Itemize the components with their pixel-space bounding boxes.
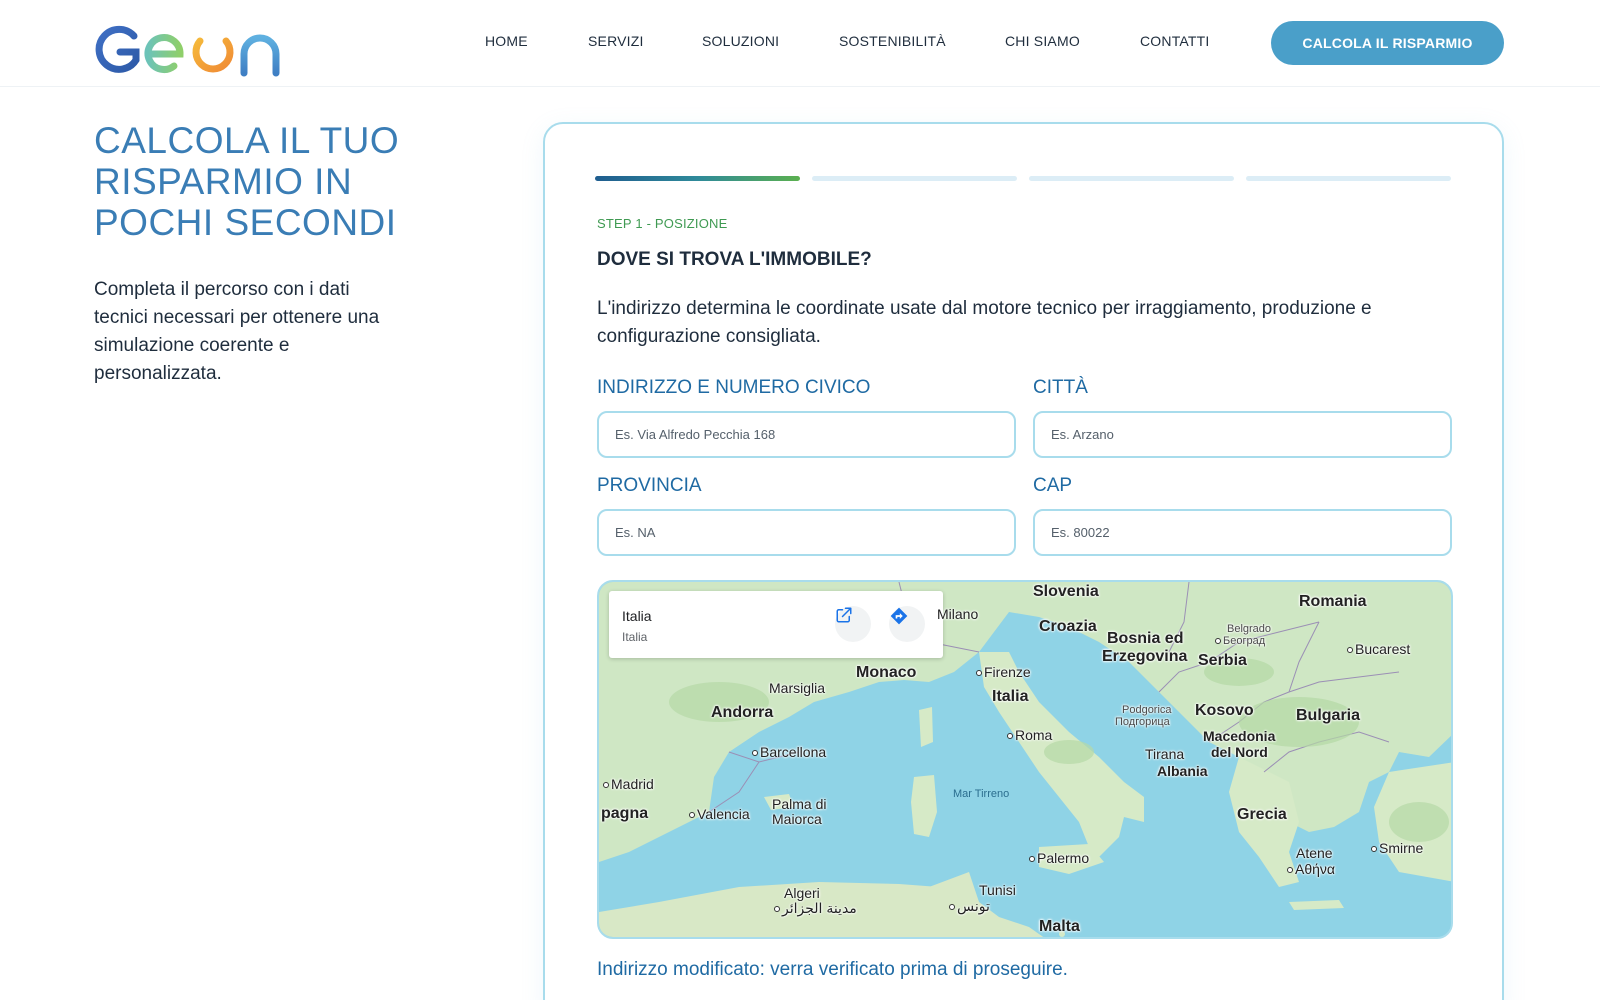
map-label-spagna: pagna (601, 805, 649, 822)
nav-soluzioni[interactable]: SOLUZIONI (702, 33, 779, 49)
map-label-algeri-ar: مدينة الجزائر (774, 900, 857, 917)
place-subtitle: Italia (622, 630, 648, 644)
map-label-macedonia-1: Macedonia (1203, 728, 1276, 744)
map-label-mar-tirreno: Mar Tirreno (953, 788, 1010, 800)
address-label: INDIRIZZO E NUMERO CIVICO (597, 377, 871, 398)
map-label-croazia: Croazia (1039, 618, 1097, 635)
cap-label: CAP (1033, 475, 1073, 496)
map-label-bosnia-1: Bosnia ed (1107, 630, 1184, 647)
map-label-italia: Italia (992, 688, 1029, 705)
map-label-slovenia: Slovenia (1033, 583, 1099, 600)
province-field-wrap (597, 509, 1016, 556)
hero-title: CALCOLA IL TUO RISPARMIO IN POCHI SECOND… (94, 120, 400, 243)
directions-button[interactable] (889, 606, 925, 642)
city-label: CITTÀ (1033, 377, 1088, 398)
map-label-marsiglia: Marsiglia (769, 680, 826, 696)
step-bar-2 (812, 176, 1017, 181)
map-label-palma-2: Maiorca (772, 811, 822, 827)
map-label-albania: Albania (1157, 763, 1208, 779)
map-label-podgorica: Podgorica (1122, 704, 1172, 716)
map-label-serbia: Serbia (1198, 652, 1247, 669)
map-label-palermo: Palermo (1029, 850, 1089, 866)
step-bar-4 (1246, 176, 1451, 181)
map-label-bulgaria: Bulgaria (1296, 707, 1361, 724)
location-map[interactable]: Italia Italia Slovenia Romania Milano Cr… (597, 580, 1453, 939)
map-label-tunisi: Tunisi (979, 882, 1016, 898)
map-label-kosovo: Kosovo (1195, 702, 1254, 719)
geon-logo[interactable] (94, 12, 294, 78)
step-description: L'indirizzo determina le coordinate usat… (597, 298, 1372, 347)
step-progress (595, 176, 1451, 181)
nav-servizi[interactable]: SERVIZI (588, 33, 644, 49)
province-label: PROVINCIA (597, 475, 702, 496)
address-field-wrap (597, 411, 1016, 458)
city-input[interactable] (1035, 413, 1450, 456)
address-input[interactable] (599, 413, 1014, 456)
step-bar-1 (595, 176, 800, 181)
map-label-valencia: Valencia (689, 806, 750, 822)
map-label-malta: Malta (1039, 918, 1080, 935)
step-question: DOVE SI TROVA L'IMMOBILE? (597, 249, 872, 270)
map-label-tirana: Tirana (1145, 746, 1185, 762)
nav-chi-siamo[interactable]: CHI SIAMO (1005, 33, 1080, 49)
map-label-romania: Romania (1299, 593, 1367, 610)
city-field-wrap (1033, 411, 1452, 458)
map-place-card: Italia Italia (609, 591, 943, 658)
map-label-belgrado: Belgrado (1227, 623, 1272, 635)
map-label-palma-1: Palma di (772, 796, 827, 812)
map-label-tunisi-ar: تونس (949, 898, 990, 915)
nav-home[interactable]: HOME (485, 33, 528, 49)
calcola-risparmio-button[interactable]: CALCOLA IL RISPARMIO (1271, 21, 1504, 65)
map-label-podgorica-cyr: Подгорица (1115, 716, 1170, 728)
province-input[interactable] (599, 511, 1014, 554)
map-label-beograd: Београд (1215, 635, 1265, 647)
open-in-map-button[interactable] (835, 606, 871, 642)
map-label-algeri: Algeri (784, 885, 820, 901)
open-in-new-icon (836, 607, 852, 623)
directions-icon (890, 607, 908, 625)
step-label: STEP 1 - POSIZIONE (597, 216, 728, 231)
place-name: Italia (622, 608, 652, 624)
map-label-atene: Atene (1296, 845, 1333, 861)
map-label-monaco: Monaco (856, 664, 917, 681)
map-label-andorra: Andorra (711, 704, 774, 721)
map-label-macedonia-2: del Nord (1211, 744, 1268, 760)
map-label-smirne: Smirne (1371, 840, 1423, 856)
cap-input[interactable] (1035, 511, 1450, 554)
map-label-roma: Roma (1007, 727, 1052, 743)
nav-contatti[interactable]: CONTATTI (1140, 33, 1210, 49)
nav-sostenibilita[interactable]: SOSTENIBILITÀ (839, 33, 946, 49)
site-header: HOME SERVIZI SOLUZIONI SOSTENIBILITÀ CHI… (0, 0, 1600, 87)
map-label-barcellona: Barcellona (752, 744, 826, 760)
map-label-milano: Milano (937, 606, 979, 622)
map-label-bosnia-2: Erzegovina (1102, 648, 1188, 665)
map-label-bucarest: Bucarest (1347, 641, 1410, 657)
map-label-athina: Αθήνα (1287, 861, 1335, 877)
calculator-card: STEP 1 - POSIZIONE DOVE SI TROVA L'IMMOB… (543, 122, 1504, 1000)
hero-text: Completa il percorso con i dati tecnici … (94, 279, 380, 384)
address-status-note: Indirizzo modificato: verra verificato p… (597, 959, 1068, 980)
map-label-firenze: Firenze (976, 664, 1031, 680)
step-bar-3 (1029, 176, 1234, 181)
map-label-madrid: Madrid (603, 776, 654, 792)
map-label-grecia: Grecia (1237, 806, 1287, 823)
cap-field-wrap (1033, 509, 1452, 556)
